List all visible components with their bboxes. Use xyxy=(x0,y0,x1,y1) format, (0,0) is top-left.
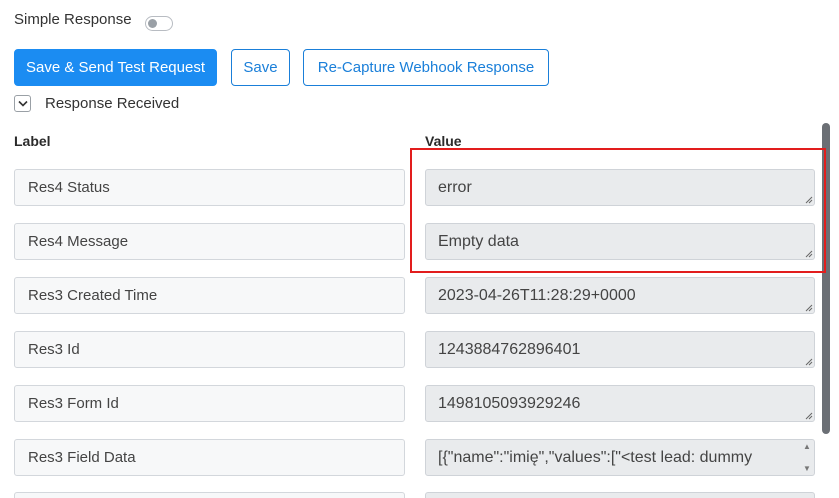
value-text: Empty data xyxy=(438,233,519,250)
label-field[interactable]: Res3 Id xyxy=(14,331,405,368)
save-button[interactable]: Save xyxy=(231,49,290,86)
field-row: Res3 Created Time 2023-04-26T11:28:29+00… xyxy=(0,277,839,315)
label-field[interactable]: Res3 Form Id xyxy=(14,385,405,422)
value-text: 1498105093929246 xyxy=(438,395,581,412)
save-and-send-test-request-button[interactable]: Save & Send Test Request xyxy=(14,49,217,86)
field-row: Res4 Message Empty data xyxy=(0,223,839,261)
resize-grip-icon[interactable] xyxy=(803,248,813,258)
label-field[interactable]: Res3 Field Data xyxy=(14,439,405,476)
value-field[interactable]: 2023-04-26T11:28:29+0000 xyxy=(425,277,815,314)
value-field[interactable]: [{"name":"imię","values":["<test lead: d… xyxy=(425,439,815,476)
resize-grip-icon[interactable] xyxy=(803,194,813,204)
simple-response-row: Simple Response xyxy=(14,11,132,28)
recapture-webhook-response-button[interactable]: Re-Capture Webhook Response xyxy=(303,49,549,86)
textarea-scroll-arrows[interactable]: ▲ ▼ xyxy=(802,442,812,474)
value-field[interactable]: 1243884762896401 xyxy=(425,331,815,368)
value-field[interactable] xyxy=(425,492,815,498)
value-text: [{"name":"imię","values":["<test lead: d… xyxy=(438,449,753,466)
response-received-toggle[interactable]: Response Received xyxy=(14,95,179,112)
label-field[interactable]: Res4 Message xyxy=(14,223,405,260)
label-field[interactable] xyxy=(14,492,405,498)
simple-response-label: Simple Response xyxy=(14,11,132,28)
value-text: 2023-04-26T11:28:29+0000 xyxy=(438,287,636,304)
field-row: Res3 Form Id 1498105093929246 xyxy=(0,385,839,423)
response-received-label: Response Received xyxy=(45,95,180,112)
value-field[interactable]: 1498105093929246 xyxy=(425,385,815,422)
resize-grip-icon[interactable] xyxy=(803,356,813,366)
value-text: error xyxy=(438,179,472,196)
field-row: Res4 Status error xyxy=(0,169,839,207)
label-column-header: Label xyxy=(14,133,51,149)
resize-grip-icon[interactable] xyxy=(803,302,813,312)
page-scrollbar-thumb[interactable] xyxy=(822,123,830,434)
field-row: Res3 Id 1243884762896401 xyxy=(0,331,839,369)
resize-grip-icon[interactable] xyxy=(803,410,813,420)
value-column-header: Value xyxy=(425,133,462,149)
label-field[interactable]: Res4 Status xyxy=(14,169,405,206)
simple-response-toggle[interactable] xyxy=(145,16,173,31)
label-field[interactable]: Res3 Created Time xyxy=(14,277,405,314)
chevron-down-icon xyxy=(14,95,31,112)
value-field[interactable]: error xyxy=(425,169,815,206)
value-field[interactable]: Empty data xyxy=(425,223,815,260)
toggle-knob xyxy=(148,19,157,28)
value-text: 1243884762896401 xyxy=(438,341,581,358)
scroll-up-icon[interactable]: ▲ xyxy=(803,442,811,452)
field-row: Res3 Field Data [{"name":"imię","values"… xyxy=(0,439,839,477)
scroll-down-icon[interactable]: ▼ xyxy=(803,464,811,474)
